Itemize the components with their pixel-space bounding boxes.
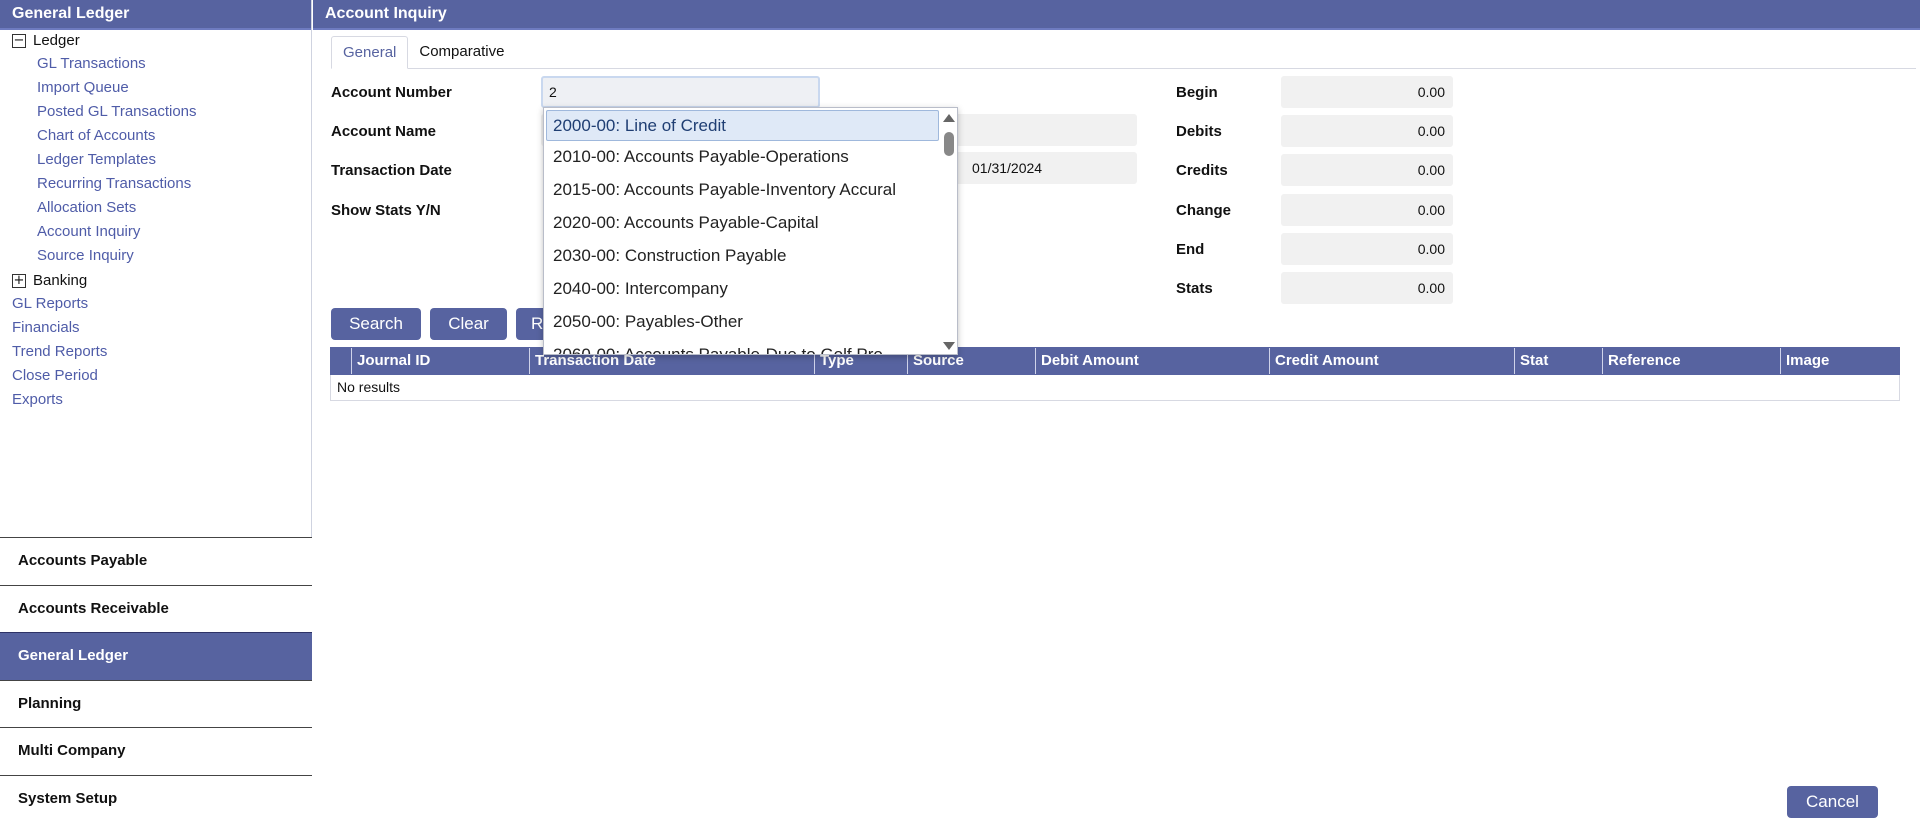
nav-link-financials[interactable]: Financials bbox=[12, 319, 80, 336]
debits-label: Debits bbox=[1176, 123, 1222, 140]
account-number-input[interactable]: 2 bbox=[541, 76, 820, 108]
end-label: End bbox=[1176, 241, 1204, 258]
tree-node-banking[interactable]: + Banking bbox=[12, 272, 87, 289]
scroll-down-arrow-icon[interactable] bbox=[943, 342, 955, 350]
nav-link-ledger-templates[interactable]: Ledger Templates bbox=[37, 151, 156, 168]
account-number-label: Account Number bbox=[331, 84, 452, 101]
credits-label: Credits bbox=[1176, 162, 1228, 179]
tab-comparative[interactable]: Comparative bbox=[408, 36, 515, 69]
col-journal-id[interactable]: Journal ID bbox=[351, 348, 529, 374]
collapse-icon[interactable]: − bbox=[12, 34, 26, 48]
stats-label: Stats bbox=[1176, 280, 1213, 297]
clear-button[interactable]: Clear bbox=[430, 308, 507, 340]
expand-icon[interactable]: + bbox=[12, 274, 26, 288]
module-system-setup[interactable]: System Setup bbox=[0, 775, 312, 822]
col-select[interactable] bbox=[331, 348, 351, 374]
nav-link-import-queue[interactable]: Import Queue bbox=[37, 79, 129, 96]
account-name-label: Account Name bbox=[331, 123, 436, 140]
nav-link-trend-reports[interactable]: Trend Reports bbox=[12, 343, 107, 360]
scroll-thumb[interactable] bbox=[944, 132, 954, 156]
nav-link-gl-transactions[interactable]: GL Transactions bbox=[37, 55, 146, 72]
col-image[interactable]: Image bbox=[1780, 348, 1899, 374]
autocomplete-option[interactable]: 2020-00: Accounts Payable-Capital bbox=[544, 207, 941, 240]
debits-value: 0.00 bbox=[1281, 115, 1453, 147]
end-value: 0.00 bbox=[1281, 233, 1453, 265]
tree-node-ledger[interactable]: − Ledger bbox=[12, 32, 80, 49]
tab-general[interactable]: General bbox=[331, 36, 408, 69]
col-debit-amount[interactable]: Debit Amount bbox=[1035, 348, 1269, 374]
nav-link-source-inquiry[interactable]: Source Inquiry bbox=[37, 247, 134, 264]
grid-empty-message: No results bbox=[330, 375, 1900, 401]
autocomplete-option[interactable]: 2050-00: Payables-Other bbox=[544, 306, 941, 339]
nav-link-recurring-transactions[interactable]: Recurring Transactions bbox=[37, 175, 191, 192]
tab-bar: General Comparative bbox=[331, 36, 515, 69]
nav-link-gl-reports[interactable]: GL Reports bbox=[12, 295, 88, 312]
change-label: Change bbox=[1176, 202, 1231, 219]
nav-link-allocation-sets[interactable]: Allocation Sets bbox=[37, 199, 136, 216]
credits-value: 0.00 bbox=[1281, 154, 1453, 186]
sidebar-title: General Ledger bbox=[0, 0, 311, 30]
tabs-divider bbox=[331, 68, 1916, 69]
nav-link-posted-gl-transactions[interactable]: Posted GL Transactions bbox=[37, 103, 197, 120]
begin-label: Begin bbox=[1176, 84, 1218, 101]
cancel-button[interactable]: Cancel bbox=[1787, 786, 1878, 818]
autocomplete-list: 2000-00: Line of Credit 2010-00: Account… bbox=[544, 108, 941, 355]
autocomplete-option[interactable]: 2015-00: Accounts Payable-Inventory Accu… bbox=[544, 174, 941, 207]
nav-link-close-period[interactable]: Close Period bbox=[12, 367, 98, 384]
module-planning[interactable]: Planning bbox=[0, 680, 312, 728]
tree-node-ledger-label[interactable]: Ledger bbox=[33, 32, 80, 49]
module-switcher: Accounts Payable Accounts Receivable Gen… bbox=[0, 537, 312, 822]
col-reference[interactable]: Reference bbox=[1602, 348, 1780, 374]
transaction-date-label: Transaction Date bbox=[331, 162, 452, 179]
results-grid: Journal ID Transaction Date Type Source … bbox=[330, 347, 1900, 401]
show-stats-label: Show Stats Y/N bbox=[331, 202, 441, 219]
sidebar: General Ledger − Ledger GL Transactions … bbox=[0, 0, 312, 821]
search-button[interactable]: Search bbox=[331, 308, 421, 340]
nav-link-account-inquiry[interactable]: Account Inquiry bbox=[37, 223, 140, 240]
nav-link-exports[interactable]: Exports bbox=[12, 391, 63, 408]
stats-value: 0.00 bbox=[1281, 272, 1453, 304]
autocomplete-option[interactable]: 2060-00: Accounts Payable-Due to Golf Pr… bbox=[544, 339, 941, 355]
autocomplete-option[interactable]: 2000-00: Line of Credit bbox=[546, 110, 939, 141]
transaction-date-input[interactable]: 01/31/2024 bbox=[941, 152, 1137, 184]
nav-link-chart-of-accounts[interactable]: Chart of Accounts bbox=[37, 127, 155, 144]
account-autocomplete-dropdown: 2000-00: Line of Credit 2010-00: Account… bbox=[543, 107, 958, 355]
module-general-ledger[interactable]: General Ledger bbox=[0, 632, 312, 680]
dropdown-scrollbar[interactable] bbox=[940, 108, 957, 355]
change-value: 0.00 bbox=[1281, 194, 1453, 226]
page-title: Account Inquiry bbox=[313, 0, 1920, 30]
module-multi-company[interactable]: Multi Company bbox=[0, 727, 312, 775]
begin-value: 0.00 bbox=[1281, 76, 1453, 108]
col-credit-amount[interactable]: Credit Amount bbox=[1269, 348, 1514, 374]
col-stat[interactable]: Stat bbox=[1514, 348, 1602, 374]
module-accounts-payable[interactable]: Accounts Payable bbox=[0, 537, 312, 585]
scroll-up-arrow-icon[interactable] bbox=[943, 114, 955, 122]
tree-node-banking-label[interactable]: Banking bbox=[33, 272, 87, 289]
module-accounts-receivable[interactable]: Accounts Receivable bbox=[0, 585, 312, 633]
autocomplete-option[interactable]: 2040-00: Intercompany bbox=[544, 273, 941, 306]
autocomplete-option[interactable]: 2010-00: Accounts Payable-Operations bbox=[544, 141, 941, 174]
autocomplete-option[interactable]: 2030-00: Construction Payable bbox=[544, 240, 941, 273]
